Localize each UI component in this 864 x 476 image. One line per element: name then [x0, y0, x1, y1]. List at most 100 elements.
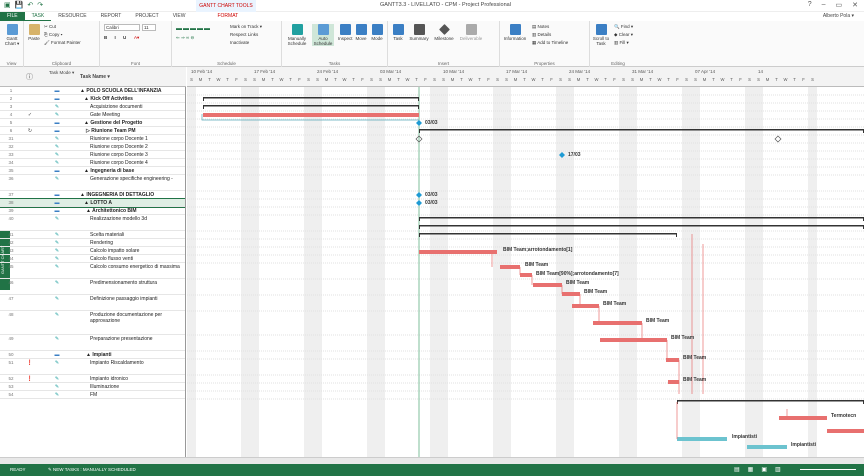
task-mode-icon[interactable]: ✎ [49, 216, 65, 222]
task-row[interactable]: 48 ✎ Produzione documentazione per approva… [0, 311, 185, 335]
new-tasks-mode-status[interactable]: ✎ NEW TASKS : MANUALLY SCHEDULED [48, 467, 136, 473]
gantt-chart-button[interactable]: Gantt Chart ▾ [2, 24, 22, 46]
help-icon[interactable]: ? [808, 1, 812, 9]
task-row[interactable]: 40 ✎ Realizzazione modello 3d [0, 215, 185, 231]
task-mode-icon[interactable]: ▬ [49, 200, 65, 206]
task-row[interactable]: 3 ✎ Acquisizione documenti [0, 103, 185, 111]
summary-button[interactable]: Summary [408, 24, 430, 41]
task-mode-icon[interactable]: ✎ [49, 360, 65, 366]
fill-button[interactable]: ▥ Fill ▾ [614, 40, 629, 46]
task-row[interactable]: 43 ✎ Calcolo impatto solare [0, 247, 185, 255]
auto-schedule-button[interactable]: Auto Schedule [312, 24, 334, 46]
task-name[interactable]: Riunione corpo Docente 3 [80, 152, 184, 158]
task-mode-column-header[interactable]: Task Mode ▾ [49, 70, 77, 75]
task-row[interactable]: 6 ↻ ▬ ▷ Riunione Team PM [0, 127, 185, 135]
font-size-select[interactable]: 11 [142, 24, 156, 31]
outdent-indent-icons[interactable]: ⇐ ⇒ ∞ ⊖ [176, 35, 194, 41]
task-name[interactable]: Riunione corpo Docente 1 [80, 136, 184, 142]
task-mode-icon[interactable]: ▬ [49, 120, 65, 126]
task-name[interactable]: Riunione corpo Docente 2 [80, 144, 184, 150]
minimize-icon[interactable]: – [822, 1, 826, 9]
task-name[interactable]: ▷ Riunione Team PM [80, 128, 184, 134]
move-button[interactable]: Move [354, 24, 368, 41]
task-row[interactable]: 33 ✎ Riunione corpo Docente 3 [0, 151, 185, 159]
gantt-chart[interactable]: 10 Feb '14 S M T W T F S 17 Feb '14 S M T W T F S 24 Feb… [187, 67, 864, 457]
task-row[interactable]: 5 ▬ ▲ Gestione del Progetto [0, 119, 185, 127]
task-mode-icon[interactable]: ✎ [49, 136, 65, 142]
add-to-timeline-button[interactable]: ▦ Add to Timeline [532, 40, 568, 46]
task-mode-icon[interactable]: ✎ [49, 264, 65, 270]
mark-on-track-button[interactable]: Mark on Track ▾ [230, 24, 262, 30]
task-name[interactable]: ▲ LOTTO A [80, 200, 184, 206]
task-row[interactable]: 36 ✎ Generazione specifiche engineering - [0, 175, 185, 191]
zoom-slider[interactable] [800, 469, 856, 470]
task-name[interactable]: Predimensionamento struttura [80, 280, 184, 286]
tab-file[interactable]: FILE [0, 12, 25, 21]
task-row[interactable]: 4 ✓ ✎ Gate Meeting [0, 111, 185, 119]
task-mode-icon[interactable]: ✎ [49, 240, 65, 246]
task-name[interactable]: Impianto idronico [80, 376, 184, 382]
view-shortcuts[interactable]: ▤▦▣▥ [734, 466, 789, 473]
task-row[interactable]: 53 ✎ Illuminazione [0, 383, 185, 391]
task-indicator-icon[interactable]: ↻ [24, 128, 36, 134]
task-row[interactable]: 45 ✎ Calcolo consumo energetico di massima [0, 263, 185, 279]
task-name[interactable]: FM [80, 392, 184, 398]
task-name[interactable]: Calcolo impatto solare [80, 248, 184, 254]
maximize-icon[interactable]: ▭ [836, 1, 843, 9]
font-name-select[interactable]: Calibri [104, 24, 140, 31]
task-row[interactable]: 1 ▬ ▲ POLO SCUOLA DELL'INFANZIA [0, 87, 185, 95]
task-name-column-header[interactable]: Task Name ▾ [80, 74, 110, 80]
task-mode-icon[interactable]: ▬ [49, 168, 65, 174]
task-row[interactable]: 50 ▬ ▲ Impianti [0, 351, 185, 359]
task-name[interactable]: ▲ Ingegneria di base [80, 168, 184, 174]
manually-schedule-button[interactable]: Manually Schedule [284, 24, 310, 46]
task-name[interactable]: Preparazione presentazione [80, 336, 184, 342]
task-indicator-icon[interactable]: ❗ [24, 360, 36, 366]
task-row[interactable]: 2 ▬ ▲ Kick Off Activities [0, 95, 185, 103]
task-indicator-icon[interactable]: ✓ [24, 112, 36, 118]
task-name[interactable]: Calcolo consumo energetico di massima [80, 264, 184, 270]
deliverable-button[interactable]: Deliverable [458, 24, 484, 41]
task-name[interactable]: Impianto Riscaldamento [80, 360, 184, 366]
task-mode-icon[interactable]: ✎ [49, 392, 65, 398]
scroll-to-task-button[interactable]: Scroll to Task [592, 24, 610, 46]
task-mode-icon[interactable]: ✎ [49, 336, 65, 342]
task-name[interactable]: Gate Meeting [80, 112, 184, 118]
task-mode-icon[interactable]: ✎ [49, 256, 65, 262]
task-indicator-icon[interactable]: ❗ [24, 376, 36, 382]
respect-links-button[interactable]: Respect Links [230, 32, 258, 37]
task-button[interactable]: Task [390, 24, 406, 41]
task-name[interactable]: Definizione passaggio impianti [80, 296, 184, 302]
redo-icon[interactable]: ↷ [37, 2, 43, 10]
percent-complete-icons[interactable]: ▬▬▬▬▬ [176, 26, 211, 32]
tab-report[interactable]: REPORT [94, 12, 129, 21]
task-name[interactable]: Realizzazione modello 3d [80, 216, 184, 222]
font-color-icon[interactable]: A▾ [134, 35, 139, 41]
task-mode-icon[interactable]: ✎ [49, 280, 65, 286]
horizontal-scrollbar[interactable] [0, 457, 864, 464]
tab-resource[interactable]: RESOURCE [51, 12, 93, 21]
task-row[interactable]: 38 ▬ ▲ LOTTO A [0, 198, 185, 208]
task-name[interactable]: Produzione documentazione per approvazio… [80, 312, 184, 324]
task-mode-icon[interactable]: ▬ [49, 208, 65, 214]
task-row[interactable]: 37 ▬ ▲ INGEGNERIA DI DETTAGLIO [0, 191, 185, 199]
notes-button[interactable]: ▤ Notes [532, 24, 549, 30]
task-grid[interactable]: 1 ▬ ▲ POLO SCUOLA DELL'INFANZIA 2 ▬ ▲ Kick Of… [0, 87, 186, 457]
task-name[interactable]: ▲ Impianti [80, 352, 184, 358]
task-mode-icon[interactable]: ▬ [49, 192, 65, 198]
task-name[interactable]: ▲ Gestione del Progetto [80, 120, 184, 126]
task-mode-icon[interactable]: ✎ [49, 296, 65, 302]
copy-button[interactable]: ⎘ Copy ▾ [44, 32, 63, 37]
clear-button[interactable]: ◆ Clear ▾ [614, 32, 633, 38]
close-icon[interactable]: ✕ [852, 1, 858, 9]
paste-button[interactable]: Paste [26, 24, 42, 41]
task-row[interactable]: 51 ❗ ✎ Impianto Riscaldamento [0, 359, 185, 375]
task-name[interactable]: ▲ POLO SCUOLA DELL'INFANZIA [80, 88, 184, 94]
tab-task[interactable]: TASK [24, 12, 52, 21]
task-row[interactable]: 42 ✎ Rendering [0, 239, 185, 247]
task-mode-icon[interactable]: ▬ [49, 352, 65, 358]
task-mode-icon[interactable]: ▬ [49, 96, 65, 102]
task-row[interactable]: 32 ✎ Riunione corpo Docente 2 [0, 143, 185, 151]
task-row[interactable]: 41 ✎ Scelta materiali [0, 231, 185, 239]
task-row[interactable]: 49 ✎ Preparazione presentazione [0, 335, 185, 351]
